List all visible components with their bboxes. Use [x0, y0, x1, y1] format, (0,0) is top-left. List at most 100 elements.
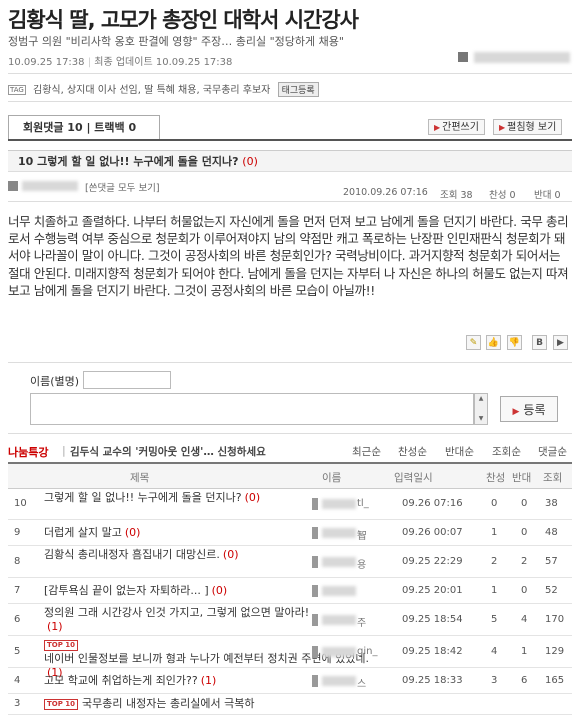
row-date: 09.25 20:01 [402, 585, 463, 596]
row-number: 9 [14, 527, 21, 538]
table-row[interactable]: 4 고모 학교에 취업하는게 죄인가?? (1) 스 09.25 18:33 3 6 165 [8, 668, 572, 694]
row-title-cell[interactable]: TOP 10 국무총리 내정자는 총리실에서 극복하 [44, 697, 276, 711]
table-row[interactable]: 9 더럽게 살지 말고 (0) 智 09.26 00:07 1 0 48 [8, 520, 572, 546]
row-agree: 4 [491, 646, 498, 657]
sort-recent[interactable]: 최근순 [352, 444, 381, 459]
simple-write-button[interactable]: ▶ 간편쓰기 [428, 119, 485, 135]
row-reply-count: (0) [222, 548, 239, 561]
sort-disagree[interactable]: 반대순 [445, 444, 474, 459]
row-name: tl_ [357, 498, 369, 509]
tab-member-comments[interactable]: 회원댓글 10 | 트랙백 0 [8, 115, 160, 139]
top10-badge: TOP 10 [44, 698, 79, 710]
table-row[interactable]: 8 김황식 총리내정자 흠집내기 대망신르. (0) 용 09.25 22:29 2 2 57 [8, 546, 572, 578]
thumbs-down-icon[interactable]: 👎 [507, 335, 522, 350]
sort-replies[interactable]: 댓글순 [538, 444, 567, 459]
col-disagree: 반대 [512, 472, 532, 484]
published-time: 10.09.25 17:38 [8, 57, 85, 68]
row-title[interactable]: 네이버 인물정보를 보니까 형과 누나가 예전부터 정치권 주변에 있었네. [44, 652, 369, 665]
meta-divider [8, 201, 572, 202]
comment-form: 이름(별명) ▲ ▼ ▶ 등록 [8, 362, 572, 434]
expand-view-button[interactable]: ▶ 펼침형 보기 [493, 119, 563, 135]
table-row[interactable]: 10 그렇게 할 일 없나!! 누구에게 돌을 던지나? (0) tl_ 09.26 0… [8, 489, 572, 520]
comment-date: 2010.09.26 07:16 [343, 187, 428, 198]
tag-list[interactable]: 김황식, 상지대 이사 선임, 딸 특혜 채용, 국무총리 후보자 [33, 85, 270, 96]
row-title[interactable]: 고모 학교에 취업하는게 죄인가?? [44, 674, 198, 687]
row-views: 165 [545, 675, 565, 686]
row-title[interactable]: [감투욕심 끝이 없는자 자퇴하라... ] [44, 584, 209, 597]
row-number: 5 [14, 646, 21, 657]
row-date: 09.26 07:16 [402, 498, 463, 509]
row-name-redacted [322, 557, 356, 567]
top10-badge: TOP 10 [44, 639, 79, 651]
row-title-cell[interactable]: 정의원 그래 시간강사 인것 가지고, 그렇게 없으면 말아라!(1) [44, 606, 309, 634]
row-disagree: 1 [521, 646, 528, 657]
row-title-cell[interactable]: [감투욕심 끝이 없는자 자퇴하라... ] (0) [44, 584, 276, 598]
row-reply-count: (1) [47, 620, 63, 633]
sort-agree[interactable]: 찬성순 [398, 444, 427, 459]
name-input[interactable] [83, 371, 171, 389]
comment-body: 너무 치졸하고 졸렬하다. 나부터 허물없는지 자신에게 돌을 먼저 던져 보고… [8, 214, 569, 298]
row-avatar [312, 614, 318, 626]
row-views: 170 [545, 614, 565, 625]
update-label: 최종 업데이트 [94, 57, 153, 68]
comment-tabbar: 회원댓글 10 | 트랙백 0 ▶ 간편쓰기 ▶ 펼침형 보기 [8, 115, 572, 141]
row-title[interactable]: 정의원 그래 시간강사 인것 가지고, 그렇게 없으면 말아라! [44, 606, 309, 619]
row-name-redacted [322, 647, 356, 657]
row-number: 4 [14, 675, 21, 686]
comment-title[interactable]: 10 그렇게 할 일 없나!! 누구에게 돌을 던지나? [18, 155, 238, 168]
tag-register-button[interactable]: 태그등록 [277, 82, 319, 97]
arrow-right-icon: ▶ [499, 123, 506, 132]
submit-button[interactable]: ▶ 등록 [500, 396, 558, 422]
row-avatar [312, 646, 318, 658]
row-name-redacted [322, 676, 356, 686]
row-name: 스 [357, 679, 367, 690]
row-title[interactable]: 더럽게 살지 말고 [44, 526, 122, 539]
row-views: 48 [545, 527, 558, 538]
expand-view-label: 펼침형 보기 [507, 122, 557, 133]
thumbs-up-icon[interactable]: 👍 [486, 335, 501, 350]
table-row[interactable]: 5 TOP 10네이버 인물정보를 보니까 형과 누나가 예전부터 정치권 주변에… [8, 636, 572, 679]
edit-icon[interactable]: ✎ [466, 335, 481, 350]
row-number: 10 [14, 498, 27, 509]
sort-views[interactable]: 조회순 [492, 444, 521, 459]
row-title-cell[interactable]: 고모 학교에 취업하는게 죄인가?? (1) [44, 674, 276, 688]
row-number: 7 [14, 585, 21, 596]
row-avatar [312, 556, 318, 568]
comment-textarea[interactable] [30, 393, 474, 425]
row-views: 38 [545, 498, 558, 509]
author-name-redacted [474, 52, 570, 63]
row-avatar [312, 527, 318, 539]
row-title[interactable]: 국무총리 내정자는 총리실에서 극복하 [82, 697, 254, 710]
view-all-comments-link[interactable]: [쓴댓글 모두 보기] [85, 180, 160, 194]
table-header: 제목 이름 입력일시 찬성 반대 조회 [8, 464, 572, 489]
table-row[interactable]: 7 [감투욕심 끝이 없는자 자퇴하라... ] (0) 09.25 20:01 1 0 5… [8, 578, 572, 604]
row-avatar [312, 675, 318, 687]
row-title[interactable]: 그렇게 할 일 없나!! 누구에게 돌을 던지나? [44, 491, 242, 504]
row-agree: 1 [491, 585, 498, 596]
updated-time: 10.09.25 17:38 [155, 57, 233, 68]
row-title-cell[interactable]: 김황식 총리내정자 흠집내기 대망신르. (0) [44, 548, 276, 562]
tag-icon: TAG [8, 85, 26, 95]
row-date: 09.25 18:33 [402, 675, 463, 686]
table-row[interactable]: 3 TOP 10 국무총리 내정자는 총리실에서 극복하 [8, 694, 572, 715]
name-label: 이름(별명) [30, 375, 80, 388]
comment-views: 조회 38 [440, 190, 473, 201]
row-date: 09.26 00:07 [402, 527, 463, 538]
promo-label[interactable]: 나눔특강 [8, 444, 48, 460]
row-avatar [312, 585, 318, 597]
comment-title-bar: 10 그렇게 할 일 없나!! 누구에게 돌을 던지나? (0) [8, 150, 572, 172]
header-divider [8, 73, 572, 74]
table-row[interactable]: 6 정의원 그래 시간강사 인것 가지고, 그렇게 없으면 말아라!(1) 주 09.… [8, 604, 572, 636]
scrap-icon[interactable]: B [532, 335, 547, 350]
textarea-scrollbar[interactable]: ▲ ▼ [474, 393, 488, 425]
row-reply-count: (0) [124, 526, 141, 539]
row-agree: 5 [491, 614, 498, 625]
row-reply-count: (0) [244, 491, 261, 504]
promo-text[interactable]: 김두식 교수의 '커밍아웃 인생'… 신청하세요 [70, 444, 266, 459]
table-body: 10 그렇게 할 일 없나!! 누구에게 돌을 던지나? (0) tl_ 09.26 0… [8, 489, 572, 715]
row-title-cell[interactable]: 그렇게 할 일 없나!! 누구에게 돌을 던지나? (0) [44, 491, 276, 505]
row-name: 용 [357, 560, 367, 571]
row-title[interactable]: 김황식 총리내정자 흠집내기 대망신르. [44, 548, 220, 561]
report-icon[interactable]: ▶ [553, 335, 568, 350]
row-title-cell[interactable]: 더럽게 살지 말고 (0) [44, 526, 276, 540]
